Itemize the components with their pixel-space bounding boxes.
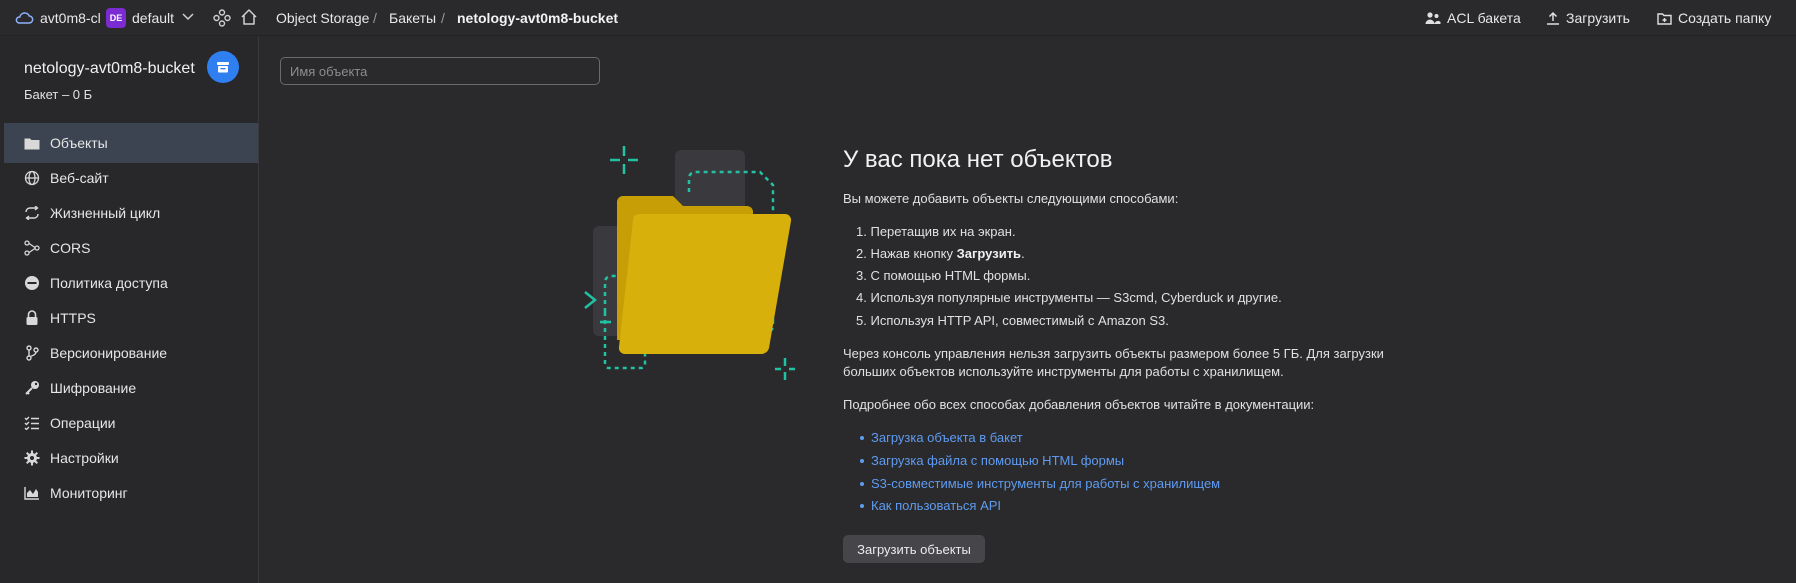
monitoring-icon: [23, 485, 41, 501]
list-number: 4.: [856, 290, 867, 305]
link-bullet: [860, 436, 864, 440]
folder-icon: [23, 135, 41, 151]
breadcrumb-buckets[interactable]: Бакеты: [389, 10, 436, 26]
sidebar: netology-avt0m8-bucket Бакет – 0 Б Объек…: [0, 37, 259, 583]
empty-state-intro: Вы можете добавить объекты следующими сп…: [843, 191, 1179, 206]
new-folder-icon: [1657, 12, 1672, 25]
list-text-bold: Загрузить: [956, 246, 1022, 261]
method-item-2: 2. Нажав кнопку Загрузить.: [856, 246, 1025, 261]
folder-name[interactable]: default: [132, 10, 174, 26]
lock-icon: [23, 310, 41, 326]
sidebar-item-label: Настройки: [50, 450, 119, 466]
doc-link-api[interactable]: Как пользоваться API: [871, 498, 1001, 513]
sidebar-item-label: CORS: [50, 240, 91, 256]
list-number: 5.: [856, 313, 867, 328]
users-icon: [1425, 11, 1441, 25]
gear-icon: [23, 450, 41, 466]
no-entry-icon: [23, 275, 41, 291]
sidebar-item-label: Версионирование: [50, 345, 168, 361]
sidebar-item-lifecycle[interactable]: Жизненный цикл: [4, 193, 258, 233]
acl-button-label: ACL бакета: [1447, 10, 1521, 26]
list-text: Перетащив их на экран.: [870, 224, 1016, 239]
breadcrumb-object-storage[interactable]: Object Storage: [276, 10, 369, 26]
acl-button[interactable]: ACL бакета: [1425, 10, 1521, 26]
upload-button[interactable]: Загрузить: [1546, 10, 1630, 26]
sidebar-item-cors[interactable]: CORS: [4, 228, 258, 268]
sidebar-item-website[interactable]: Веб-сайт: [4, 158, 258, 198]
sidebar-item-label: Мониторинг: [50, 485, 128, 501]
sidebar-item-label: Объекты: [50, 135, 108, 151]
cycle-icon: [23, 205, 41, 221]
doc-link-upload-object[interactable]: Загрузка объекта в бакет: [871, 430, 1023, 445]
list-text: Используя HTTP API, совместимый с Amazon…: [870, 313, 1169, 328]
sidebar-item-encryption[interactable]: Шифрование: [4, 368, 258, 408]
list-text: Используя популярные инструменты — S3cmd…: [870, 290, 1282, 305]
sidebar-item-label: HTTPS: [50, 310, 96, 326]
bucket-size: Бакет – 0 Б: [24, 87, 93, 102]
sidebar-item-label: Политика доступа: [50, 275, 168, 291]
empty-state-title: У вас пока нет объектов: [843, 146, 1113, 173]
home-icon[interactable]: [240, 8, 258, 26]
cors-icon: [23, 240, 41, 256]
method-item-4: 4. Используя популярные инструменты — S3…: [856, 290, 1282, 305]
size-note-line-1: Через консоль управления нельзя загрузит…: [843, 346, 1384, 361]
create-folder-label: Создать папку: [1678, 10, 1772, 26]
doc-link-html-form[interactable]: Загрузка файла с помощью HTML формы: [871, 453, 1124, 468]
list-text: С помощью HTML формы.: [870, 268, 1031, 283]
checklist-icon: [23, 415, 41, 431]
sidebar-item-monitoring[interactable]: Мониторинг: [4, 473, 258, 513]
breadcrumb-separator: /: [373, 10, 377, 26]
chevron-down-icon[interactable]: [182, 13, 194, 21]
method-item-5: 5. Используя HTTP API, совместимый с Ama…: [856, 313, 1169, 328]
list-text: .: [1021, 246, 1025, 261]
search-input[interactable]: [280, 57, 600, 85]
sidebar-item-label: Шифрование: [50, 380, 137, 396]
list-text: Нажав кнопку: [870, 246, 957, 261]
upload-icon: [1546, 11, 1560, 25]
sidebar-item-https[interactable]: HTTPS: [4, 298, 258, 338]
empty-folder-illustration: [565, 140, 825, 380]
bucket-name: netology-avt0m8-bucket: [24, 60, 195, 77]
upload-button-label: Загрузить: [1566, 10, 1630, 26]
services-icon[interactable]: [213, 9, 231, 27]
method-item-3: 3. С помощью HTML формы.: [856, 268, 1030, 283]
link-bullet: [860, 482, 864, 486]
doc-link-s3-tools[interactable]: S3-совместимые инструменты для работы с …: [871, 476, 1220, 491]
sidebar-item-objects[interactable]: Объекты: [4, 123, 258, 163]
create-folder-button[interactable]: Создать папку: [1657, 10, 1771, 26]
size-note-line-2: больших объектов используйте инструменты…: [843, 364, 1284, 379]
folder-badge[interactable]: DE: [106, 8, 126, 28]
method-item-1: 1. Перетащив их на экран.: [856, 224, 1016, 239]
key-icon: [23, 380, 41, 396]
sidebar-item-access-policy[interactable]: Политика доступа: [4, 263, 258, 303]
globe-icon: [23, 170, 41, 186]
sidebar-item-settings[interactable]: Настройки: [4, 438, 258, 478]
cloud-name[interactable]: avt0m8-cl: [40, 10, 101, 26]
list-number: 3.: [856, 268, 867, 283]
upload-objects-button[interactable]: Загрузить объекты: [843, 535, 985, 563]
sidebar-item-versioning[interactable]: Версионирование: [4, 333, 258, 373]
list-number: 2.: [856, 246, 867, 261]
breadcrumb-current: netology-avt0m8-bucket: [457, 10, 619, 26]
link-bullet: [860, 504, 864, 508]
list-number: 1.: [856, 224, 867, 239]
branch-icon: [23, 345, 41, 361]
top-bar: avt0m8-cl DE default Object Storage / Ба…: [0, 0, 1796, 36]
breadcrumb-separator: /: [441, 10, 445, 26]
bucket-icon: [207, 51, 239, 83]
sidebar-item-label: Жизненный цикл: [50, 205, 161, 221]
docs-intro: Подробнее обо всех способах добавления о…: [843, 397, 1315, 412]
cloud-icon[interactable]: [14, 10, 34, 26]
sidebar-item-operations[interactable]: Операции: [4, 403, 258, 443]
link-bullet: [860, 459, 864, 463]
sidebar-item-label: Веб-сайт: [50, 170, 109, 186]
sidebar-item-label: Операции: [50, 415, 116, 431]
